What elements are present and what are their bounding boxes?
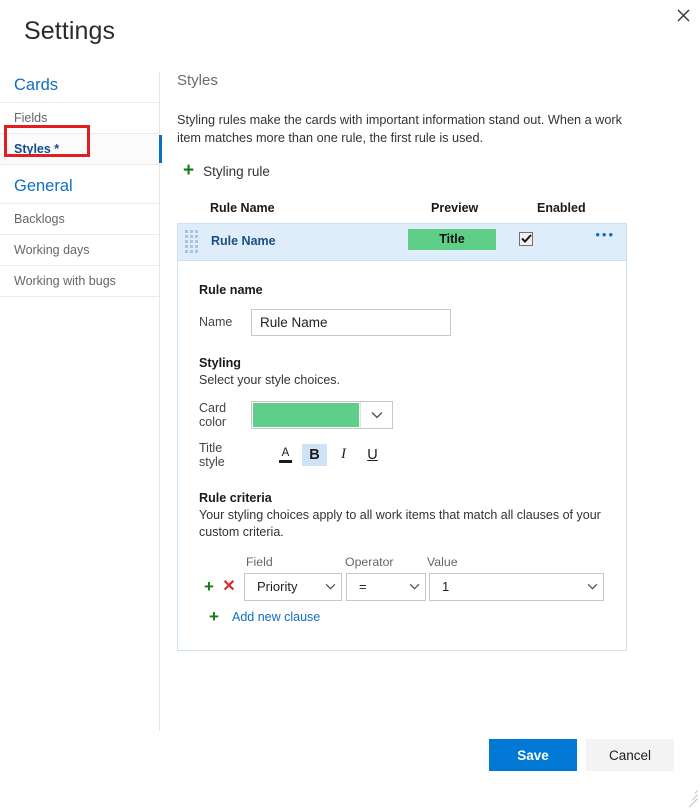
- page-title: Settings: [24, 17, 115, 46]
- plus-icon: +: [204, 610, 224, 624]
- sidebar-selection-indicator: [159, 135, 162, 163]
- clause-header-value: Value: [427, 555, 458, 569]
- font-color-button[interactable]: A: [273, 444, 298, 466]
- add-new-clause-label: Add new clause: [232, 610, 320, 624]
- criteria-group-subtitle: Your styling choices apply to all work i…: [199, 507, 609, 541]
- sidebar-item-label: Working days: [14, 243, 90, 257]
- clause-field-select[interactable]: Priority: [244, 573, 342, 601]
- chevron-down-icon: [587, 583, 598, 590]
- clause-header-field: Field: [246, 555, 273, 569]
- rule-row-name: Rule Name: [211, 234, 276, 248]
- clause-field-value: Priority: [257, 579, 297, 594]
- rule-name-label: Name: [199, 315, 251, 329]
- rule-preview-chip: Title: [408, 229, 496, 250]
- clause-header-operator: Operator: [345, 555, 394, 569]
- clause-value-value: 1: [442, 579, 449, 594]
- close-window-button[interactable]: [672, 4, 694, 26]
- styling-group-title: Styling: [199, 356, 626, 370]
- title-style-row: Title style A B I U: [199, 441, 626, 469]
- save-button[interactable]: Save: [489, 739, 577, 771]
- sidebar-item-backlogs[interactable]: Backlogs: [0, 204, 159, 235]
- rules-table-header: Rule Name Preview Enabled: [193, 201, 682, 223]
- resize-grip-icon[interactable]: [686, 787, 698, 799]
- card-color-label: Card color: [199, 401, 251, 429]
- clause-column-headers: Field Operator Value: [241, 555, 626, 572]
- chevron-down-icon: [360, 402, 392, 428]
- clause-operator-select[interactable]: =: [346, 573, 426, 601]
- section-description: Styling rules make the cards with import…: [177, 111, 629, 147]
- sidebar-item-fields[interactable]: Fields: [0, 103, 159, 134]
- card-color-row: Card color: [199, 401, 626, 429]
- table-row[interactable]: Rule Name Title •••: [178, 224, 626, 261]
- plus-icon: +: [183, 164, 194, 178]
- column-header-rule-name: Rule Name: [210, 201, 275, 215]
- clause-row: + ✕ Priority = 1: [199, 573, 626, 601]
- column-header-enabled: Enabled: [537, 201, 586, 215]
- card-color-picker[interactable]: [251, 401, 393, 429]
- add-styling-rule-label: Styling rule: [203, 164, 270, 179]
- sidebar-item-label: Fields: [14, 111, 47, 125]
- section-heading: Styles: [177, 72, 682, 89]
- bold-button[interactable]: B: [302, 444, 327, 466]
- font-color-bar: [279, 460, 292, 463]
- sidebar-item-label: Styles *: [14, 142, 59, 156]
- nav-group-general-header: General: [0, 165, 159, 204]
- clause-operator-value: =: [359, 579, 367, 594]
- drag-handle-icon[interactable]: [185, 230, 197, 255]
- styling-group-subtitle: Select your style choices.: [199, 372, 609, 389]
- underline-button[interactable]: U: [360, 444, 385, 466]
- sidebar-item-working-days[interactable]: Working days: [0, 235, 159, 266]
- column-header-preview: Preview: [431, 201, 478, 215]
- main-panel: Styles Styling rules make the cards with…: [177, 72, 682, 651]
- chevron-down-icon: [325, 583, 336, 590]
- sidebar-item-label: Working with bugs: [14, 274, 116, 288]
- sidebar-divider: [159, 72, 160, 731]
- rule-detail-form: Rule name Name Styling Select your style…: [178, 261, 626, 650]
- settings-sidebar: Cards Fields Styles * General Backlogs W…: [0, 72, 159, 297]
- criteria-group: Rule criteria Your styling choices apply…: [199, 491, 626, 541]
- rule-enabled-checkbox[interactable]: [519, 232, 533, 246]
- italic-button[interactable]: I: [331, 444, 356, 466]
- ellipsis-icon[interactable]: •••: [595, 230, 615, 240]
- rule-name-group-title: Rule name: [199, 283, 626, 297]
- card-color-swatch: [253, 403, 359, 427]
- rule-name-input[interactable]: [251, 309, 451, 336]
- cancel-button[interactable]: Cancel: [586, 739, 674, 771]
- close-icon: [677, 9, 690, 22]
- add-new-clause-button[interactable]: + Add new clause: [204, 610, 626, 624]
- plus-icon[interactable]: +: [199, 580, 219, 594]
- styling-rule-card: Rule Name Title ••• Rule name Name Styli…: [177, 223, 627, 651]
- sidebar-item-styles[interactable]: Styles *: [0, 134, 159, 165]
- clause-value-select[interactable]: 1: [429, 573, 604, 601]
- criteria-group-title: Rule criteria: [199, 491, 626, 505]
- rule-name-field-row: Name: [199, 309, 626, 336]
- check-icon: [521, 234, 532, 243]
- title-style-label: Title style: [199, 441, 251, 469]
- sidebar-item-label: Backlogs: [14, 212, 65, 226]
- title-style-toolbar: A B I U: [273, 444, 389, 466]
- close-x-icon[interactable]: ✕: [219, 580, 239, 594]
- font-color-glyph: A: [282, 447, 290, 459]
- sidebar-item-working-with-bugs[interactable]: Working with bugs: [0, 266, 159, 297]
- add-styling-rule-button[interactable]: + Styling rule: [183, 164, 270, 179]
- chevron-down-icon: [409, 583, 420, 590]
- nav-group-cards-header: Cards: [0, 72, 159, 103]
